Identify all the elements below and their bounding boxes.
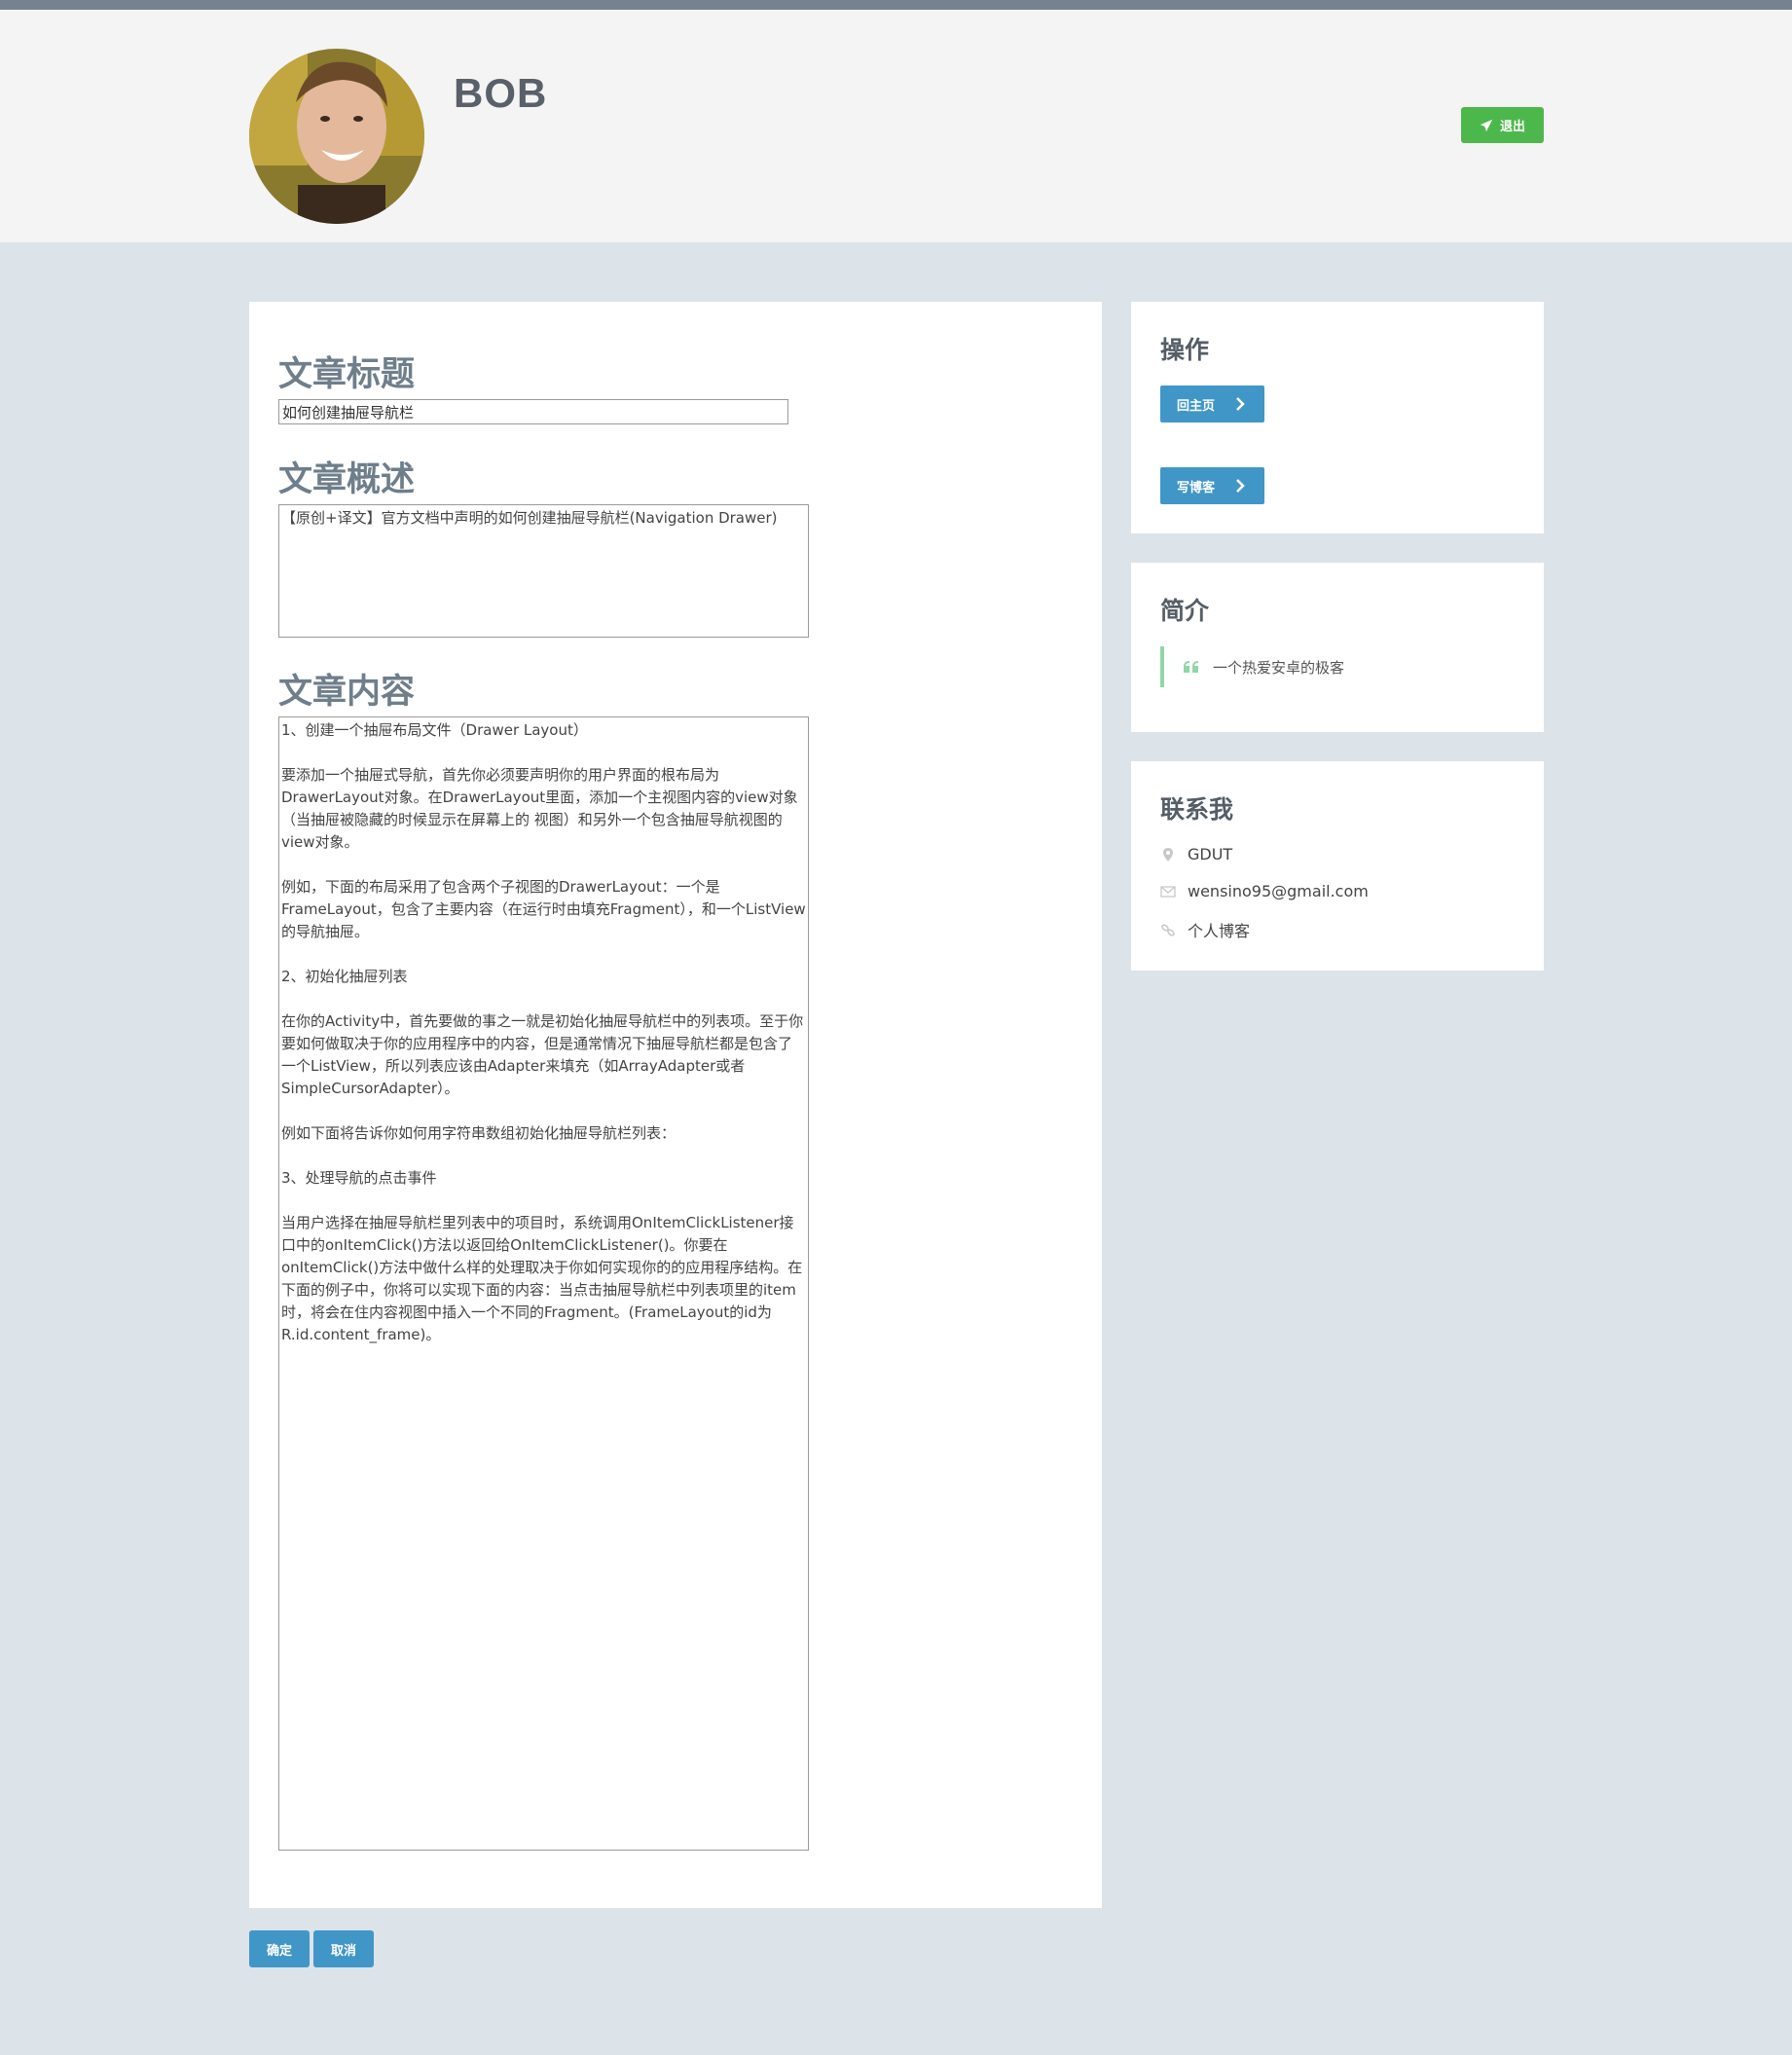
contact-email[interactable]: wensino95@gmail.com (1160, 882, 1369, 900)
username: BOB (454, 70, 548, 116)
edit-article-card: 文章标题 文章概述 【原创+译文】官方文档中声明的如何创建抽屉导航栏(Navig… (249, 302, 1102, 1908)
map-marker-icon (1163, 847, 1173, 862)
top-accent-bar (0, 0, 1792, 10)
paper-plane-icon (1480, 119, 1493, 131)
logout-label: 退出 (1499, 120, 1525, 134)
confirm-button[interactable]: 确定 (249, 1930, 310, 1967)
envelope-icon (1160, 885, 1176, 898)
contact-title: 联系我 (1160, 795, 1234, 824)
chevron-right-icon (1236, 479, 1245, 493)
summary-textarea[interactable]: 【原创+译文】官方文档中声明的如何创建抽屉导航栏(Navigation Draw… (278, 504, 809, 638)
intro-title: 简介 (1160, 597, 1210, 625)
write-blog-button-label: 写博客 (1177, 480, 1216, 495)
intro-quote: 一个热爱安卓的极客 (1160, 646, 1344, 687)
contact-email-text[interactable]: wensino95@gmail.com (1188, 882, 1369, 900)
operations-card: 操作 回主页 写博客 (1131, 302, 1544, 533)
cancel-button[interactable]: 取消 (313, 1930, 374, 1967)
home-button-label: 回主页 (1177, 398, 1216, 414)
home-button[interactable]: 回主页 (1160, 385, 1264, 422)
contact-blog-link[interactable]: 个人博客 (1188, 918, 1250, 941)
contact-location: GDUT (1160, 845, 1232, 863)
content-textarea[interactable]: 1、创建一个抽屉布局文件（Drawer Layout） 要添加一个抽屉式导航，首… (278, 716, 809, 1851)
contact-location-text: GDUT (1188, 845, 1233, 863)
link-icon (1161, 924, 1175, 936)
intro-card: 简介 一个热爱安卓的极客 (1131, 563, 1544, 732)
avatar-image (249, 49, 424, 224)
summary-field-label: 文章概述 (278, 460, 416, 499)
write-blog-button[interactable]: 写博客 (1160, 467, 1264, 504)
chevron-right-icon (1236, 397, 1245, 411)
title-input[interactable] (278, 399, 788, 424)
intro-quote-text: 一个热爱安卓的极客 (1213, 658, 1345, 677)
content-field-label: 文章内容 (278, 673, 416, 712)
avatar (249, 49, 424, 224)
profile-header: BOB 退出 (0, 10, 1792, 242)
contact-card: 联系我 GDUT wensino95@gmail.com 个人博客 (1131, 761, 1544, 971)
operations-title: 操作 (1160, 336, 1210, 364)
quote-icon (1184, 661, 1198, 673)
title-field-label: 文章标题 (278, 355, 416, 394)
logout-button[interactable]: 退出 (1461, 107, 1544, 143)
contact-blog[interactable]: 个人博客 (1160, 918, 1250, 941)
